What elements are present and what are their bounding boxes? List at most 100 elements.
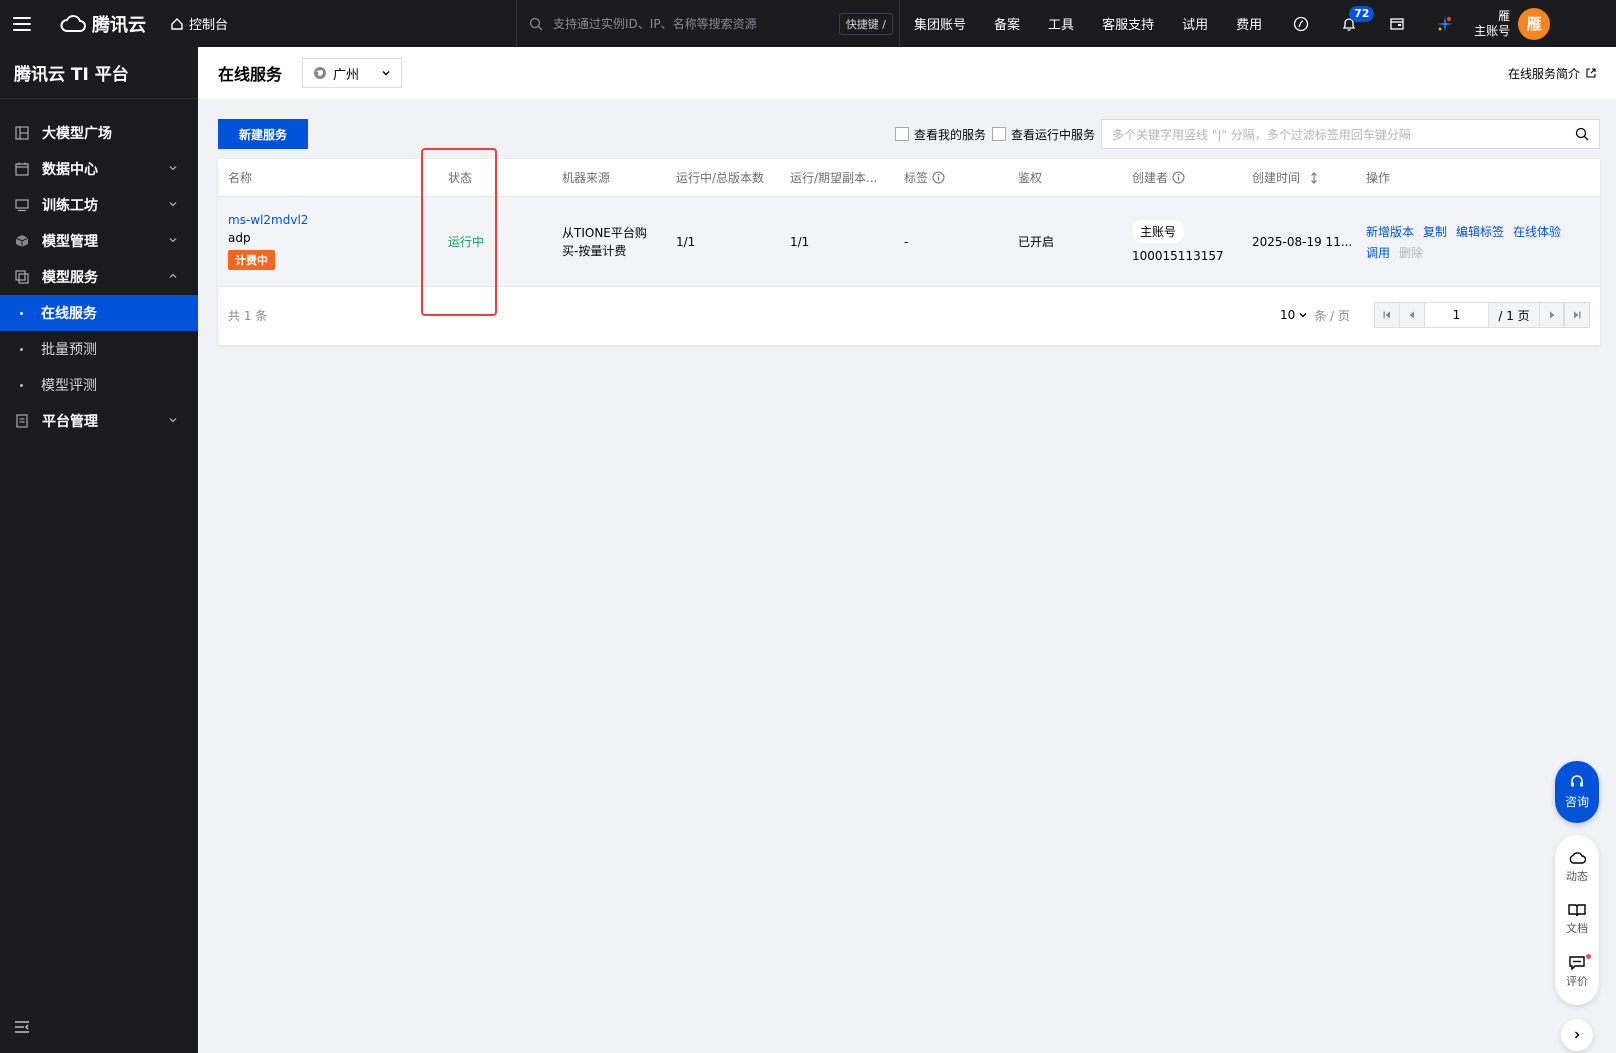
avatar[interactable]: 雁: [1518, 7, 1551, 40]
new-service-button[interactable]: 新建服务: [218, 119, 309, 149]
versions-value: 1/1: [676, 234, 696, 249]
search-icon[interactable]: [1575, 127, 1589, 141]
wallet-icon[interactable]: [1382, 9, 1412, 39]
nav-support[interactable]: 客服支持: [1088, 14, 1168, 33]
page-size-select[interactable]: 10: [1280, 308, 1308, 322]
sidebar-item-model-service[interactable]: 模型服务: [0, 259, 198, 295]
sidebar-item-platform-management[interactable]: 平台管理: [0, 403, 198, 439]
info-icon[interactable]: [932, 171, 945, 184]
add-version-link[interactable]: 新增版本: [1366, 223, 1414, 240]
updates-button[interactable]: 动态: [1566, 851, 1588, 884]
cell-replicas: 1/1: [780, 235, 894, 249]
header-created-time[interactable]: 创建时间: [1242, 169, 1356, 186]
checkbox-label: 查看运行中服务: [1010, 127, 1095, 142]
header-auth: 鉴权: [1008, 169, 1122, 186]
ai-assistant-icon[interactable]: [1286, 9, 1316, 39]
table-header: 名称 状态 机器来源 运行中/总版本数 运行/期望副本... 标签 鉴权 创建者…: [218, 159, 1600, 197]
chevron-down-icon: [169, 238, 177, 243]
header-label: 标签: [904, 171, 929, 185]
sidebar-item-model-eval[interactable]: 模型评测: [0, 367, 198, 403]
my-services-checkbox[interactable]: 查看我的服务: [894, 126, 986, 143]
top-nav: 集团账号 备案 工具 客服支持 试用 费用: [900, 0, 1276, 47]
status-badge: 运行中: [448, 235, 485, 249]
sidebar-item-label: 模型服务: [42, 270, 98, 286]
user-role: 主账号: [1474, 23, 1511, 38]
cell-status: 运行中: [438, 233, 552, 250]
info-icon[interactable]: [1172, 171, 1185, 184]
nav-trial[interactable]: 试用: [1168, 14, 1222, 33]
hotkey-badge: 快捷键 /: [838, 12, 894, 35]
region-select[interactable]: 广州: [302, 58, 403, 88]
chevron-right-icon[interactable]: [1561, 1019, 1593, 1051]
consult-label: 咨询: [1564, 795, 1589, 809]
header-name: 名称: [218, 169, 438, 186]
service-subname: adp: [228, 231, 251, 245]
bullet-dot: [20, 347, 23, 351]
cell-actions: 新增版本 复制 编辑标签 在线体验 调用 删除: [1356, 223, 1580, 261]
sidebar-subitem-label: 批量预测: [41, 342, 97, 358]
tencent-cloud-logo[interactable]: 腾讯云: [60, 11, 146, 37]
service-name-link[interactable]: ms-wl2mdvl2: [228, 213, 438, 227]
console-link[interactable]: 控制台: [170, 14, 228, 33]
header-label: 名称: [228, 171, 253, 185]
header-label: 运行中/总版本数: [676, 171, 765, 185]
total-pages: / 1 页: [1489, 303, 1539, 327]
header-label: 鉴权: [1018, 171, 1043, 185]
header-creator: 创建者: [1122, 169, 1242, 186]
invoke-link[interactable]: 调用: [1366, 244, 1390, 261]
prev-page-icon[interactable]: [1400, 303, 1425, 327]
page-unit: 条 / 页: [1314, 308, 1350, 323]
chevron-up-icon: [169, 273, 177, 278]
sidebar-item-data-center[interactable]: 数据中心: [0, 151, 198, 187]
table-row: ms-wl2mdvl2 adp 计费中 运行中 从TIONE平台购买-按量计费 …: [218, 197, 1600, 287]
feedback-button[interactable]: 评价: [1566, 954, 1591, 989]
global-search[interactable]: 支持通过实例ID、IP、名称等搜索资源 快捷键 /: [517, 0, 899, 47]
top-bar: 腾讯云 控制台 支持通过实例ID、IP、名称等搜索资源 快捷键 / 集团账号 备…: [0, 0, 1616, 47]
updates-label: 动态: [1566, 869, 1588, 883]
nav-group-account[interactable]: 集团账号: [900, 14, 980, 33]
sort-icon[interactable]: [1310, 171, 1318, 184]
online-trial-link[interactable]: 在线体验: [1513, 223, 1561, 240]
next-page-icon[interactable]: [1539, 303, 1564, 327]
intro-link[interactable]: 在线服务简介: [1508, 65, 1596, 82]
sidebar-subitem-label: 在线服务: [41, 306, 97, 322]
sidebar-item-training[interactable]: 训练工坊: [0, 187, 198, 223]
page-number-input[interactable]: 1: [1425, 303, 1489, 327]
nav-billing[interactable]: 费用: [1222, 14, 1276, 33]
global-search-placeholder: 支持通过实例ID、IP、名称等搜索资源: [553, 17, 757, 31]
sparkle-icon[interactable]: [1430, 9, 1460, 39]
copy-link[interactable]: 复制: [1423, 223, 1447, 240]
header-label: 创建者: [1132, 171, 1169, 185]
checkbox-box[interactable]: [894, 127, 909, 141]
docs-button[interactable]: 文档: [1566, 903, 1588, 936]
bell-icon[interactable]: 72: [1334, 5, 1375, 39]
collapse-sidebar-icon[interactable]: [14, 1020, 30, 1037]
home-icon: [171, 17, 183, 30]
page-controls: 1 / 1 页: [1374, 302, 1590, 328]
nav-icp[interactable]: 备案: [980, 14, 1034, 33]
menu-icon[interactable]: [0, 0, 44, 47]
cloud-icon: [1569, 852, 1586, 864]
sidebar-item-label: 数据中心: [42, 162, 98, 178]
sidebar-item-batch-predict[interactable]: 批量预测: [0, 331, 198, 367]
header-status: 状态: [438, 169, 552, 186]
sidebar-item-online-service[interactable]: 在线服务: [0, 295, 198, 331]
user-info[interactable]: 雁 主账号: [1474, 9, 1510, 39]
running-services-checkbox[interactable]: 查看运行中服务: [991, 126, 1095, 143]
filter-search-input[interactable]: 多个关键字用竖线 "|" 分隔，多个过滤标签用回车键分隔: [1101, 119, 1600, 149]
toolbar: 新建服务 查看我的服务 查看运行中服务 多个关键字用竖线 "|" 分隔，多个过滤…: [218, 118, 1600, 150]
services-table: 名称 状态 机器来源 运行中/总版本数 运行/期望副本... 标签 鉴权 创建者…: [218, 159, 1600, 345]
header-label: 操作: [1366, 171, 1391, 185]
sidebar-item-model-management[interactable]: 模型管理: [0, 223, 198, 259]
pagination: 10 条 / 页 1 / 1 页: [1280, 302, 1590, 328]
edit-tags-link[interactable]: 编辑标签: [1456, 223, 1504, 240]
checkbox-box[interactable]: [991, 127, 1006, 141]
docs-label: 文档: [1566, 922, 1588, 936]
filter-search-placeholder: 多个关键字用竖线 "|" 分隔，多个过滤标签用回车键分隔: [1112, 127, 1411, 142]
last-page-icon[interactable]: [1564, 303, 1589, 327]
nav-tools[interactable]: 工具: [1034, 14, 1088, 33]
feedback-label: 评价: [1566, 975, 1588, 989]
first-page-icon[interactable]: [1375, 303, 1400, 327]
sidebar-item-model-plaza[interactable]: 大模型广场: [0, 115, 198, 151]
consult-button[interactable]: 咨询: [1555, 761, 1599, 823]
